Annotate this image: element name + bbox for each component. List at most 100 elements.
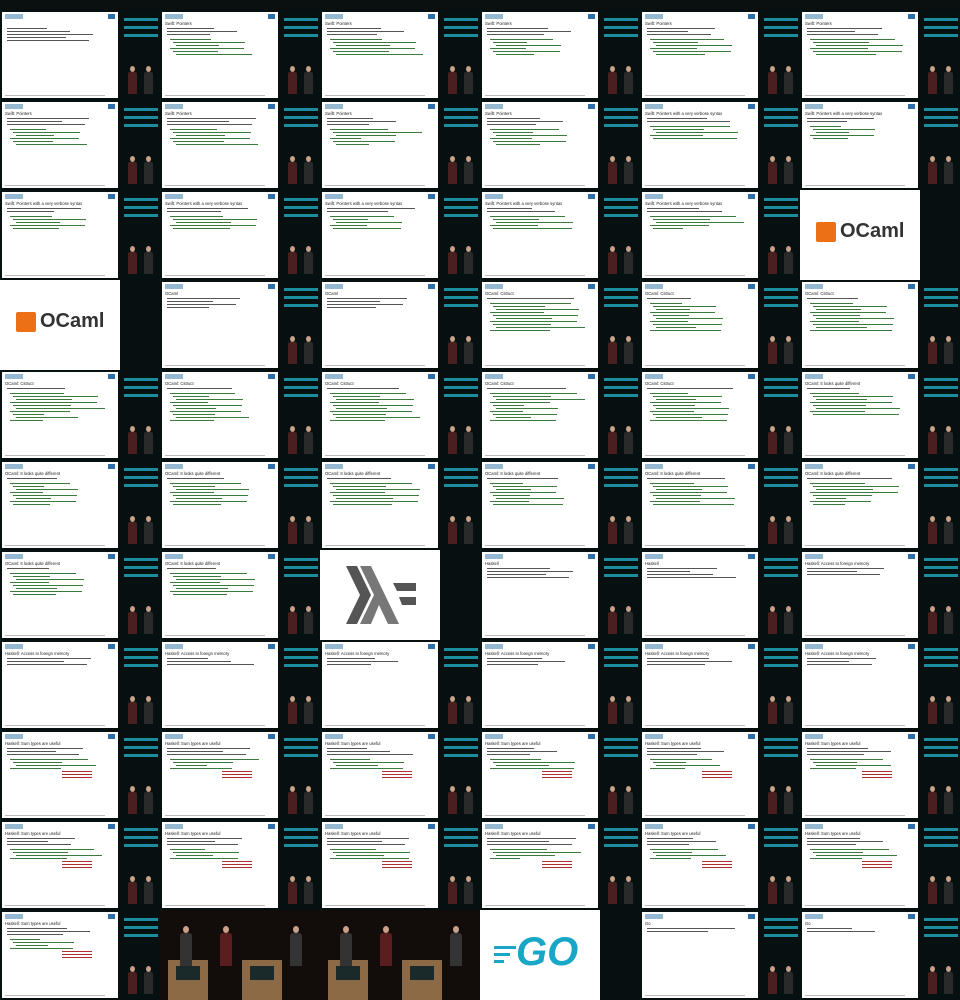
frame-thumbnail[interactable]: OCaml: Cstruct [480,280,640,370]
slide-footer [5,185,105,186]
frame-thumbnail[interactable]: OCaml: It looks quite different [800,460,960,550]
frame-thumbnail[interactable] [320,550,480,640]
frame-thumbnail[interactable]: Haskell: Sum types are useful [0,730,160,820]
speaker-figure [768,246,777,274]
frame-thumbnail[interactable]: Haskell: Access to foreign memory [320,640,480,730]
frame-thumbnail[interactable]: Haskell: Access to foreign memory [0,640,160,730]
frame-thumbnail[interactable]: Haskell: Sum types are useful [640,820,800,910]
speaker-body [128,162,137,184]
frame-thumbnail[interactable]: Haskell: Access to foreign memory [800,640,960,730]
institute-logo [485,644,503,649]
slide-bullet-line [647,664,705,666]
frame-thumbnail[interactable]: Swift: Pointers with a very verbose synt… [320,190,480,280]
frame-thumbnail[interactable]: Haskell [480,550,640,640]
slide-code-line [176,222,231,224]
speaker-figure [448,246,457,274]
slide-code-line [336,765,378,767]
frame-thumbnail[interactable] [320,910,480,1000]
speaker-body [464,342,473,364]
frame-thumbnail[interactable]: OCaml [320,280,480,370]
frame-thumbnail[interactable]: OCaml: Cstruct [640,370,800,460]
frame-thumbnail[interactable]: OCaml: It looks quite different [480,460,640,550]
slide-thumbnail: Haskell: Sum types are useful [802,822,918,908]
badge-stripe [924,484,958,487]
slide-code-line [490,330,550,332]
frame-thumbnail[interactable]: OCaml: Cstruct [640,280,800,370]
frame-thumbnail[interactable]: OCaml [0,280,160,370]
frame-thumbnail[interactable]: Haskell: Sum types are useful [480,820,640,910]
frame-thumbnail[interactable]: Go [800,910,960,1000]
frame-thumbnail[interactable]: Swift: Pointers [480,10,640,100]
frame-thumbnail[interactable]: Swift: Pointers with a very verbose synt… [640,190,800,280]
frame-thumbnail[interactable]: OCaml: It looks quite different [320,460,480,550]
frame-thumbnail[interactable]: Haskell: Sum types are useful [0,910,160,1000]
frame-thumbnail[interactable]: Haskell: Access to foreign memory [480,640,640,730]
frame-thumbnail[interactable]: OCaml: It looks quite different [640,460,800,550]
frame-thumbnail[interactable]: Haskell: Sum types are useful [0,820,160,910]
frame-thumbnail[interactable] [0,10,160,100]
frame-thumbnail[interactable]: Go [640,910,800,1000]
slide-bullet-line [647,118,707,120]
institute-logo [485,194,503,199]
speaker-figure [928,516,937,544]
frame-thumbnail[interactable]: Haskell: Sum types are useful [640,730,800,820]
frame-thumbnail[interactable]: Haskell: Sum types are useful [160,730,320,820]
frame-thumbnail[interactable]: Swift: Pointers [320,10,480,100]
podium-center [242,960,282,1000]
frame-thumbnail[interactable]: OCaml: Cstruct [800,280,960,370]
slide-code-line [333,228,401,230]
frame-thumbnail[interactable]: OCaml: Cstruct [480,370,640,460]
frame-thumbnail[interactable]: OCaml: Cstruct [320,370,480,460]
ocaml-logo-text: OCaml [840,220,905,242]
frame-thumbnail[interactable]: OCaml: It looks quite different [800,370,960,460]
frame-thumbnail[interactable]: OCaml: It looks quite different [0,460,160,550]
slide-footer [485,905,585,906]
slide-code-line [173,219,257,221]
frame-thumbnail[interactable]: Swift: Pointers with a very verbose synt… [640,100,800,190]
slide-code-line [333,405,413,407]
frame-thumbnail[interactable]: Haskell: Sum types are useful [160,820,320,910]
frame-thumbnail[interactable]: Swift: Pointers [800,10,960,100]
frame-thumbnail[interactable]: Haskell: Access to foreign memory [640,640,800,730]
frame-thumbnail[interactable]: Swift: Pointers [160,10,320,100]
frame-thumbnail[interactable]: Swift: Pointers [160,100,320,190]
speaker-body [464,792,473,814]
frame-thumbnail[interactable]: Haskell: Sum types are useful [320,730,480,820]
badge-stripe [124,124,158,127]
speaker-figure [290,926,302,966]
frame-thumbnail[interactable]: OCaml: Cstruct [160,370,320,460]
frame-thumbnail[interactable]: Haskell [640,550,800,640]
frame-thumbnail[interactable]: Haskell: Access to foreign memory [160,640,320,730]
badge-stripe [284,648,318,651]
speaker-body [448,72,457,94]
institute-logo [645,644,663,649]
slide-thumbnail: Swift: Pointers [482,102,598,188]
slide-code-line [813,495,872,497]
frame-thumbnail[interactable]: Swift: Pointers with a very verbose synt… [160,190,320,280]
frame-thumbnail[interactable]: Haskell: Sum types are useful [800,730,960,820]
frame-thumbnail[interactable]: OCaml [800,190,960,280]
frame-thumbnail[interactable]: Haskell: Access to foreign memory [800,550,960,640]
frame-thumbnail[interactable]: Swift: Pointers with a very verbose synt… [480,190,640,280]
frame-thumbnail[interactable]: GO [480,910,640,1000]
frame-thumbnail[interactable]: OCaml: Cstruct [0,370,160,460]
frame-thumbnail[interactable]: Haskell: Sum types are useful [800,820,960,910]
frame-thumbnail[interactable]: Swift: Pointers [480,100,640,190]
frame-thumbnail[interactable]: Haskell: Sum types are useful [480,730,640,820]
badge-stripe [124,26,158,29]
badge-stripe [124,844,158,847]
speaker-body [928,612,937,634]
frame-thumbnail[interactable]: Haskell: Sum types are useful [320,820,480,910]
frame-thumbnail[interactable]: OCaml: It looks quite different [160,460,320,550]
frame-thumbnail[interactable]: Swift: Pointers with a very verbose synt… [0,190,160,280]
frame-thumbnail[interactable]: Swift: Pointers [0,100,160,190]
frame-thumbnail[interactable] [160,910,320,1000]
frame-thumbnail[interactable]: OCaml: It looks quite different [0,550,160,640]
badge-stripe [124,664,158,667]
frame-thumbnail[interactable]: Swift: Pointers [320,100,480,190]
frame-thumbnail[interactable]: OCaml: It looks quite different [160,550,320,640]
frame-thumbnail[interactable]: Swift: Pointers [640,10,800,100]
frame-thumbnail[interactable]: OCaml [160,280,320,370]
frame-thumbnail[interactable]: Swift: Pointers with a very verbose synt… [800,100,960,190]
slide-code-line [330,501,418,503]
